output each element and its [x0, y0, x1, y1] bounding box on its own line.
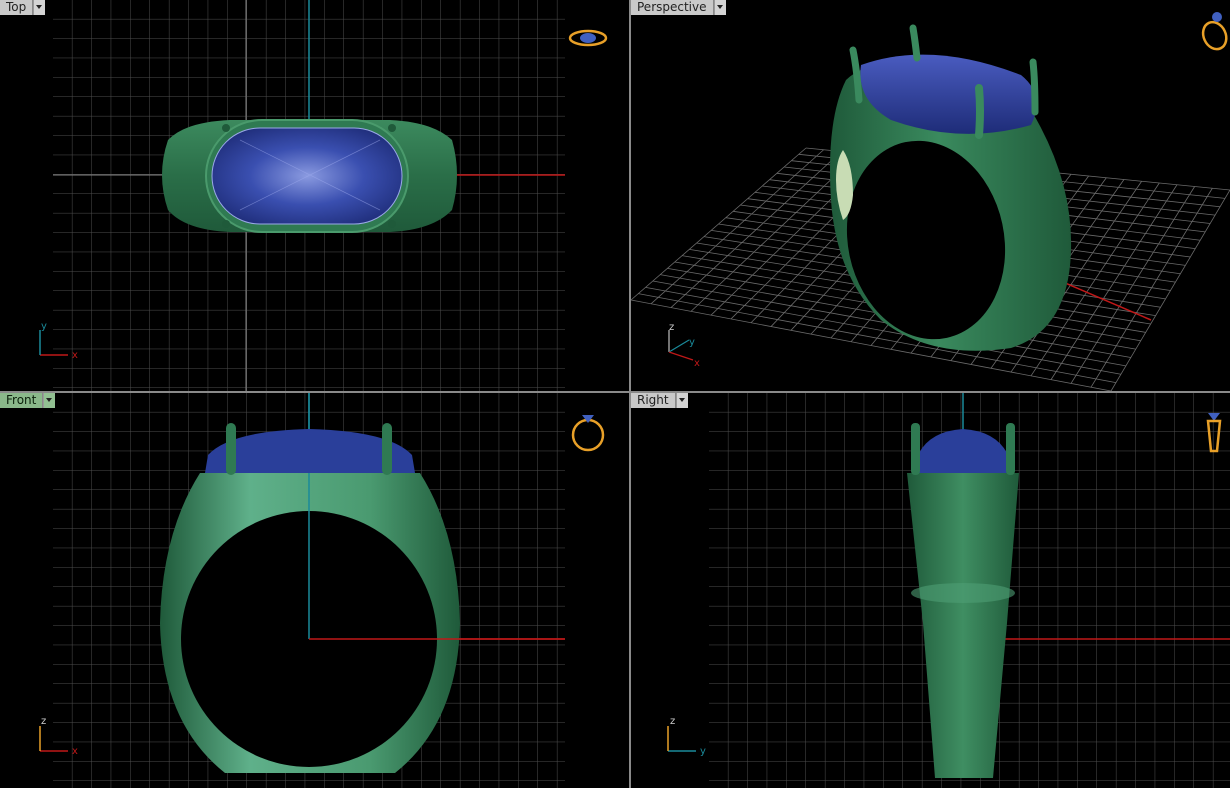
- ring-model[interactable]: [829, 24, 1072, 354]
- viewport-top[interactable]: Top x y: [0, 0, 629, 391]
- viewport-front[interactable]: Front x z: [0, 393, 629, 788]
- viewport-perspective[interactable]: Perspective z y x: [631, 0, 1230, 391]
- chevron-down-icon[interactable]: [43, 393, 56, 408]
- viewport-tab-right[interactable]: Right: [631, 393, 688, 408]
- chevron-down-icon[interactable]: [713, 0, 726, 15]
- perspective-scene: z y x: [631, 12, 1230, 391]
- chevron-down-icon[interactable]: [675, 393, 688, 408]
- grid-line: [1050, 184, 1178, 380]
- top-scene: x y: [39, 0, 608, 391]
- front-scene: x z: [39, 393, 605, 788]
- viewport-right[interactable]: Right y z: [631, 393, 1230, 788]
- grid-line: [1110, 189, 1230, 391]
- y-axis-label: y: [41, 321, 47, 332]
- ring-view-icon[interactable]: [571, 415, 605, 452]
- z-axis-label: z: [41, 716, 46, 727]
- z-axis-label: z: [669, 322, 674, 333]
- right-scene: y z: [667, 393, 1230, 788]
- viewport-tab-label[interactable]: Top: [0, 0, 34, 15]
- viewport-tab-front[interactable]: Front: [0, 393, 56, 408]
- viewport-tab-label[interactable]: Perspective: [631, 0, 714, 15]
- viewport-tab-top[interactable]: Top: [0, 0, 46, 15]
- viewport-tab-label[interactable]: Right: [631, 393, 676, 408]
- viewport-tab-perspective[interactable]: Perspective: [631, 0, 726, 15]
- viewport-tab-label[interactable]: Front: [0, 393, 44, 408]
- ring-model[interactable]: [162, 119, 457, 233]
- chevron-down-icon[interactable]: [33, 0, 46, 15]
- y-axis-label: y: [689, 337, 695, 348]
- x-axis-label: x: [72, 350, 78, 361]
- z-axis-label: z: [670, 716, 675, 727]
- y-axis-label: y: [700, 746, 706, 757]
- x-axis-label: x: [694, 358, 700, 369]
- ring-view-icon[interactable]: [568, 29, 608, 47]
- grid-line: [1090, 188, 1213, 388]
- ring-view-icon[interactable]: [1199, 12, 1230, 53]
- x-axis-label: x: [72, 746, 78, 757]
- axis-widget: z y x: [668, 322, 700, 369]
- axis-widget: y z: [667, 716, 706, 757]
